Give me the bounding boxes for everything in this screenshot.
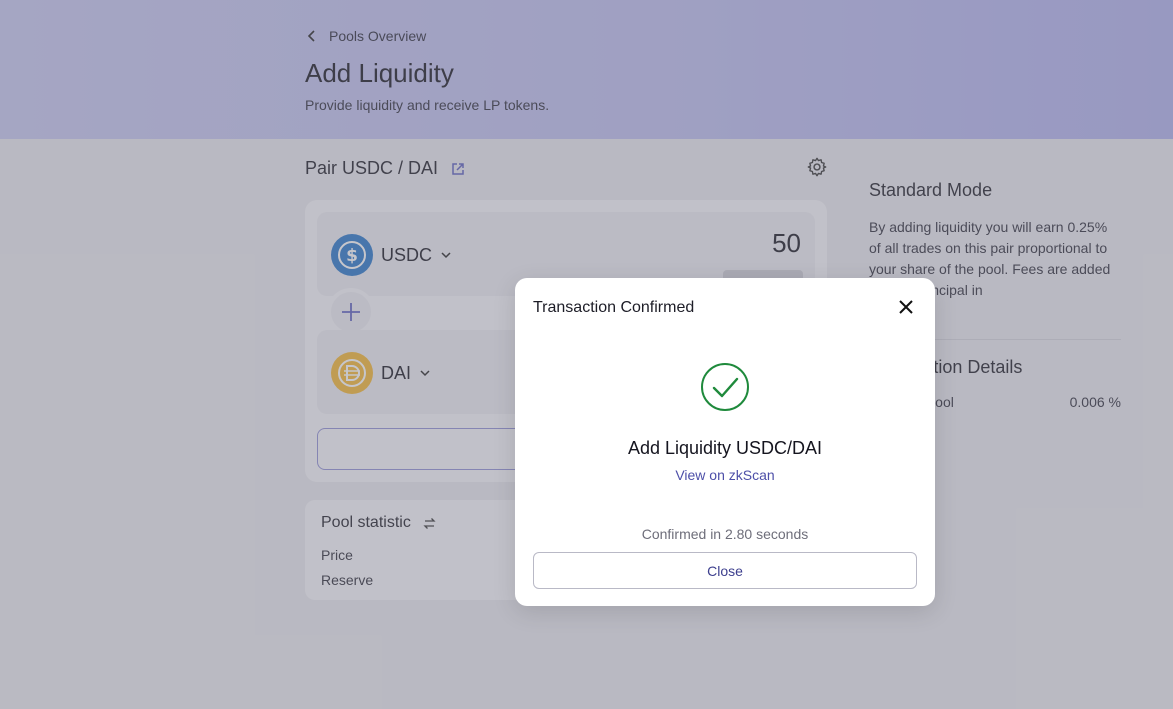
modal-heading: Add Liquidity USDC/DAI [627,438,823,458]
check-circle-icon [701,363,749,411]
transaction-confirmed-modal: Transaction Confirmed Add Liquidity USDC… [515,278,935,606]
close-icon[interactable] [897,298,915,316]
close-button[interactable]: Close [533,552,917,589]
view-on-zkscan-link[interactable]: View on zkScan [515,467,935,483]
modal-title: Transaction Confirmed [533,299,695,316]
confirmation-time: Confirmed in 2.80 seconds [641,526,809,542]
